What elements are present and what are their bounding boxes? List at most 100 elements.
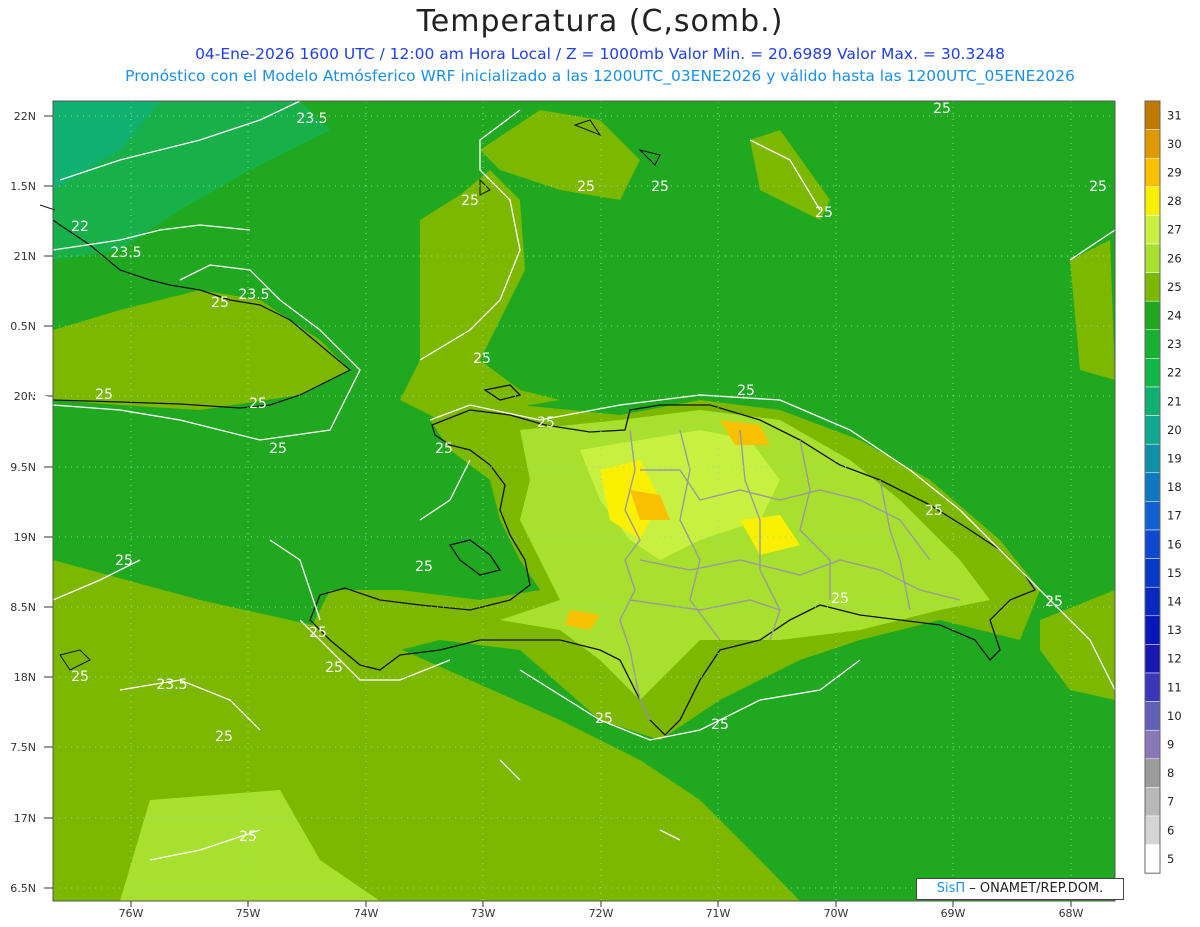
- contour-label: 25: [933, 101, 951, 117]
- colorbar-label: 19: [1167, 452, 1182, 466]
- lon-tick-label: 68W: [1059, 907, 1084, 920]
- contour-label: 25: [309, 625, 327, 641]
- lon-tick-label: 71W: [706, 907, 731, 920]
- colorbar-swatch: [1144, 186, 1161, 216]
- contour-label: 25: [215, 729, 233, 745]
- colorbar-label: 6: [1167, 823, 1174, 837]
- contour-label: 25: [1045, 594, 1063, 610]
- contour-label: 25: [1089, 179, 1107, 195]
- contour-label: 25: [461, 193, 479, 209]
- colorbar-label: 30: [1167, 137, 1182, 151]
- colorbar-label: 10: [1167, 709, 1182, 723]
- credit-box: SisΠ – ONAMET/REP.DOM.: [916, 878, 1124, 900]
- colorbar-label: 11: [1167, 680, 1182, 694]
- colorbar-label: 20: [1167, 423, 1182, 437]
- colorbar-label: 7: [1167, 795, 1174, 809]
- lat-tick-label: 7.5N: [10, 741, 36, 754]
- lat-tick-label: 21N: [14, 250, 36, 263]
- colorbar-label: 17: [1167, 509, 1182, 523]
- lat-tick-label: 8.5N: [10, 601, 36, 614]
- colorbar-label: 14: [1167, 595, 1182, 609]
- colorbar-label: 18: [1167, 480, 1182, 494]
- contour-label: 25: [325, 660, 343, 676]
- colorbar-swatch: [1144, 300, 1161, 331]
- contour-label: 23.5: [296, 111, 327, 127]
- colorbar-label: 29: [1167, 166, 1182, 180]
- colorbar-label: 24: [1167, 309, 1182, 323]
- lat-tick-label: 17N: [14, 812, 36, 825]
- colorbar-swatch: [1144, 815, 1161, 845]
- lon-tick-label: 76W: [119, 907, 144, 920]
- lon-tick-label: 70W: [824, 907, 849, 920]
- contour-label: 25: [71, 669, 89, 685]
- lat-tick-label: 1.5N: [10, 180, 36, 193]
- colorbar-swatch: [1144, 615, 1161, 645]
- colorbar-swatch: [1144, 215, 1161, 245]
- lat-tick-label: 9.5N: [10, 461, 36, 474]
- colorbar-label: 16: [1167, 537, 1182, 551]
- colorbar-swatch: [1144, 787, 1161, 817]
- contour-label: 25: [815, 205, 833, 221]
- contour-label: 25: [415, 559, 433, 575]
- credit-text: – ONAMET/REP.DOM.: [969, 881, 1104, 896]
- colorbar-swatch: [1144, 243, 1161, 273]
- contour-label: 25: [831, 591, 849, 607]
- lon-tick-label: 74W: [354, 907, 379, 920]
- colorbar-swatch: [1144, 844, 1161, 874]
- contour-label: 23.5: [156, 677, 187, 693]
- colorbar-swatch: [1144, 129, 1161, 159]
- colorbar-swatch: [1144, 644, 1161, 674]
- colorbar-label: 13: [1167, 623, 1182, 637]
- contour-label: 23.5: [110, 245, 141, 261]
- contour-label: 25: [249, 396, 267, 412]
- colorbar-label: 21: [1167, 394, 1182, 408]
- colorbar-label: 12: [1167, 652, 1182, 666]
- colorbar-label: 25: [1167, 280, 1182, 294]
- lon-tick-label: 72W: [589, 907, 614, 920]
- colorbar-swatch: [1144, 758, 1161, 788]
- colorbar-swatch: [1144, 672, 1161, 702]
- contour-label: 25: [239, 829, 257, 845]
- colorbar-swatch: [1144, 386, 1161, 416]
- map-plot-area: [53, 101, 1115, 901]
- contour-label: 25: [435, 441, 453, 457]
- contour-label: 25: [925, 503, 943, 519]
- colorbar-swatch: [1144, 529, 1161, 559]
- colorbar-label: 26: [1167, 251, 1182, 265]
- contour-label: 25: [595, 711, 613, 727]
- colorbar-swatch: [1144, 415, 1161, 445]
- contour-label: 25: [711, 717, 729, 733]
- contour-label: 25: [211, 295, 229, 311]
- colorbar-swatch: [1144, 329, 1161, 359]
- contour-label: 25: [651, 179, 669, 195]
- lat-tick-label: 18N: [14, 671, 36, 684]
- lat-tick-label: 6.5N: [10, 882, 36, 895]
- longitude-axis: 76W 75W 74W 73W 72W 71W 70W 69W 68W: [119, 901, 1084, 920]
- contour-label: 25: [269, 441, 287, 457]
- contour-label: 25: [737, 383, 755, 399]
- colorbar-label: 23: [1167, 337, 1182, 351]
- colorbar-label: 15: [1167, 566, 1182, 580]
- colorbar-swatch: [1144, 472, 1161, 502]
- colorbar-label: 27: [1167, 223, 1182, 237]
- contour-label: 25: [537, 415, 555, 431]
- colorbar-swatch: [1144, 272, 1161, 302]
- colorbar-label: 28: [1167, 194, 1182, 208]
- colorbar-swatch: [1144, 701, 1161, 731]
- colorbar-swatch: [1144, 157, 1161, 188]
- lon-tick-label: 73W: [471, 907, 496, 920]
- lat-tick-label: 22N: [14, 110, 36, 123]
- contour-label: 25: [115, 553, 133, 569]
- lon-tick-label: 75W: [236, 907, 261, 920]
- colorbar-legend: 31 30 29 28 27 26 25 24 23 22 21 20 19 18 17 16 15 14 13 12…: [1144, 100, 1182, 874]
- colorbar-label: 8: [1167, 766, 1174, 780]
- colorbar-swatch: [1144, 558, 1161, 588]
- colorbar-swatch: [1144, 586, 1161, 617]
- lat-tick-label: 0.5N: [10, 320, 36, 333]
- colorbar-swatch: [1144, 100, 1161, 130]
- contour-label: 22: [71, 219, 89, 235]
- colorbar-swatch: [1144, 501, 1161, 531]
- colorbar-label: 31: [1167, 108, 1182, 122]
- colorbar-swatch: [1144, 358, 1161, 388]
- sispi-brand: SisΠ: [936, 881, 966, 896]
